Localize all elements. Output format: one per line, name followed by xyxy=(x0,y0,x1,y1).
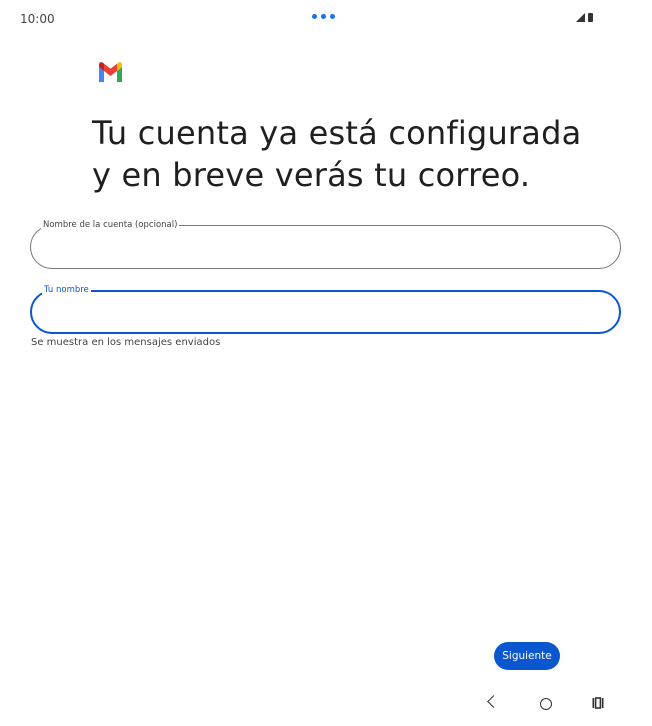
your-name-label: Tu nombre xyxy=(42,284,91,296)
account-name-label: Nombre de la cuenta (opcional) xyxy=(41,219,180,231)
your-name-field[interactable]: Tu nombre xyxy=(30,284,621,334)
battery-icon xyxy=(588,13,593,22)
gmail-logo-icon xyxy=(99,62,122,82)
page-title-line-2: y en breve verás tu correo. xyxy=(92,156,531,194)
next-button[interactable]: Siguiente xyxy=(494,642,560,670)
page-title: Tu cuenta ya está configurada y en breve… xyxy=(92,112,632,196)
signal-icon xyxy=(576,13,585,22)
navigation-bar xyxy=(0,690,652,726)
your-name-input[interactable] xyxy=(48,302,612,326)
page-title-line-1: Tu cuenta ya está configurada xyxy=(92,114,582,152)
your-name-helper-text: Se muestra en los mensajes enviados xyxy=(31,337,221,348)
home-icon[interactable] xyxy=(540,698,552,710)
camera-dots-icon xyxy=(312,14,335,19)
back-icon[interactable] xyxy=(487,695,500,708)
recents-icon[interactable] xyxy=(592,697,604,709)
status-time: 10:00 xyxy=(20,12,55,26)
status-icons xyxy=(576,13,593,22)
account-name-field[interactable]: Nombre de la cuenta (opcional) xyxy=(30,219,621,269)
account-name-input[interactable] xyxy=(47,236,611,260)
status-bar: 10:00 xyxy=(0,0,652,38)
